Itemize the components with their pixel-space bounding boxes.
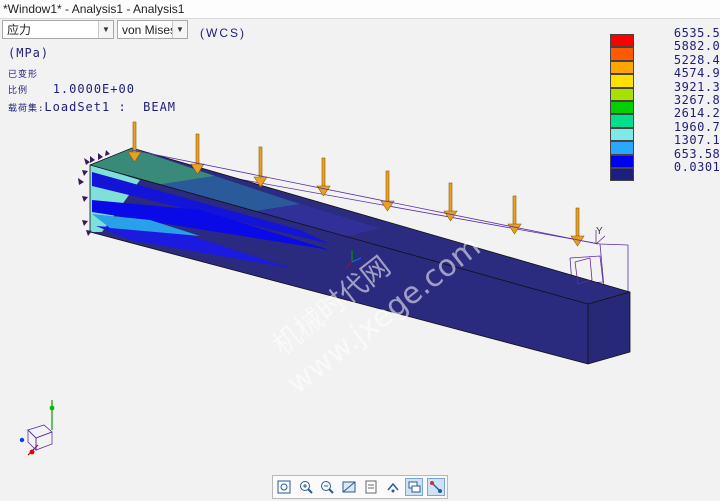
orientation-triad-icon [19,400,55,456]
load-arrow-icon [316,157,331,197]
y-axis-label: Y [596,226,603,237]
load-arrow-icon [570,207,585,247]
zoom-in-icon[interactable] [297,478,315,496]
spin-icon[interactable] [384,478,402,496]
display-style-icon[interactable] [340,478,358,496]
saved-views-icon[interactable] [362,478,380,496]
view-toolbar [272,475,448,499]
zoom-fit-icon[interactable] [275,478,293,496]
load-arrow-icon [253,146,268,188]
zoom-out-icon[interactable] [318,478,336,496]
model-viewport[interactable]: Y 机械时代网 www.jxege.com [0,0,720,501]
beam-end-face [588,292,630,364]
layers-icon[interactable] [405,478,424,496]
model-tree-icon[interactable] [427,478,446,496]
